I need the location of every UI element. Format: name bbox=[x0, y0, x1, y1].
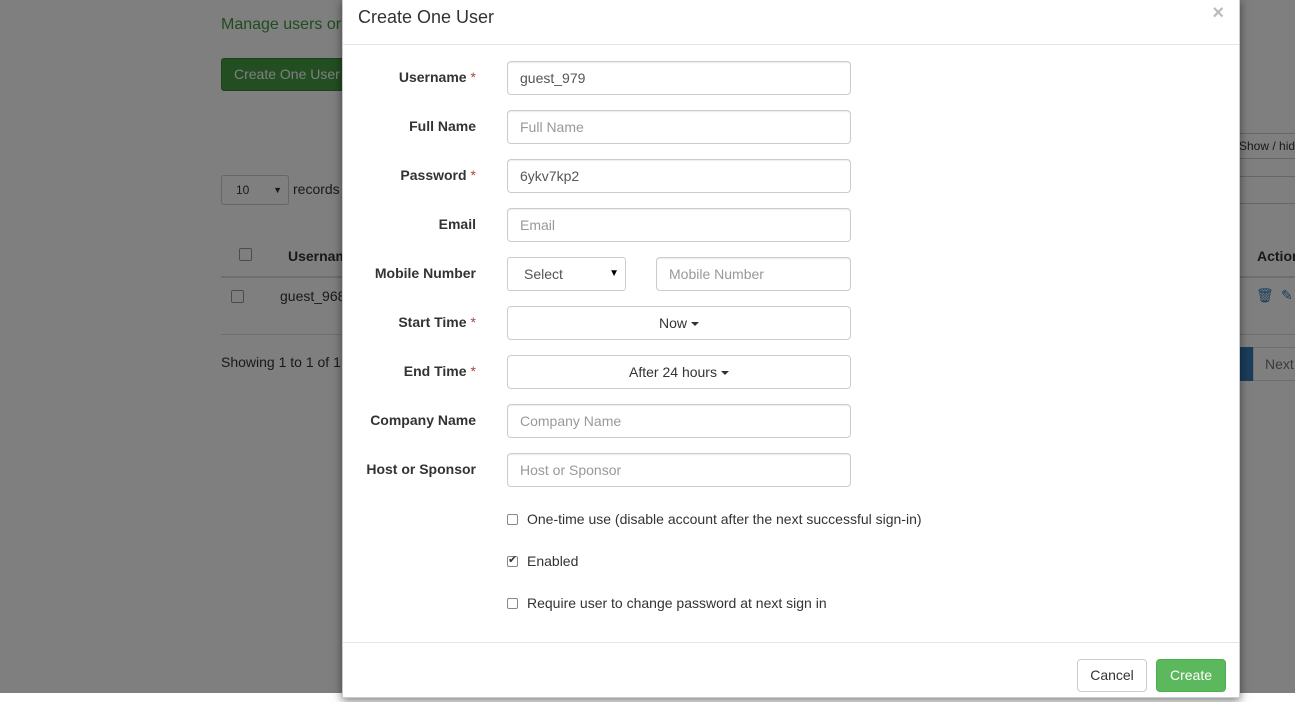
modal-header: Create One User × bbox=[343, 0, 1239, 45]
host-sponsor-label: Host or Sponsor bbox=[366, 461, 476, 477]
required-marker: * bbox=[470, 314, 476, 330]
one-time-use-label: One-time use (disable account after the … bbox=[527, 511, 922, 527]
enabled-label: Enabled bbox=[527, 553, 579, 569]
start-time-label: Start Time * bbox=[398, 314, 476, 330]
password-input[interactable] bbox=[507, 159, 851, 193]
create-user-modal: Create One User × Username* Full Name Pa… bbox=[342, 0, 1240, 698]
full-name-label: Full Name bbox=[409, 118, 476, 134]
one-time-use-checkbox[interactable] bbox=[507, 513, 518, 525]
required-marker: * bbox=[470, 363, 476, 379]
end-time-label: End Time * bbox=[404, 363, 476, 379]
required-marker: * bbox=[470, 69, 476, 85]
email-label: Email bbox=[438, 216, 476, 232]
end-time-value: After 24 hours bbox=[629, 364, 717, 380]
cancel-button[interactable]: Cancel bbox=[1077, 659, 1147, 692]
chevron-down-icon: ▼ bbox=[609, 268, 619, 279]
mobile-number-input[interactable] bbox=[656, 257, 851, 291]
company-name-label: Company Name bbox=[370, 412, 476, 428]
caret-down-icon bbox=[691, 322, 699, 327]
mobile-number-label: Mobile Number bbox=[374, 265, 476, 281]
close-icon[interactable]: × bbox=[1212, 2, 1224, 25]
password-label-text: Password bbox=[400, 167, 467, 183]
company-name-input[interactable] bbox=[507, 404, 851, 438]
enabled-checkbox[interactable] bbox=[507, 553, 518, 567]
country-code-select[interactable]: Select ▼ bbox=[507, 257, 626, 291]
end-time-label-text: End Time bbox=[403, 363, 467, 379]
change-password-checkbox[interactable] bbox=[507, 597, 518, 609]
one-time-use-option[interactable]: One-time use (disable account after the … bbox=[507, 509, 922, 529]
modal-title: Create One User bbox=[358, 7, 495, 27]
end-time-dropdown[interactable]: After 24 hours bbox=[507, 355, 851, 389]
start-time-value: Now bbox=[658, 315, 687, 331]
start-time-dropdown[interactable]: Now bbox=[507, 306, 851, 340]
country-code-select-value: Select bbox=[524, 266, 563, 282]
username-label-text: Username bbox=[398, 69, 467, 85]
password-label: Password * bbox=[400, 167, 476, 183]
required-marker: * bbox=[470, 167, 476, 183]
full-name-input[interactable] bbox=[507, 110, 851, 144]
username-label: Username * bbox=[399, 69, 476, 85]
change-password-option[interactable]: Require user to change password at next … bbox=[507, 593, 827, 613]
host-sponsor-input[interactable] bbox=[507, 453, 851, 487]
change-password-label: Require user to change password at next … bbox=[527, 595, 827, 611]
create-button[interactable]: Create bbox=[1156, 659, 1226, 692]
caret-down-icon bbox=[720, 371, 729, 376]
modal-footer: Cancel Create bbox=[343, 642, 1239, 702]
username-input[interactable] bbox=[507, 61, 851, 95]
email-input[interactable] bbox=[507, 208, 851, 242]
start-time-label-text: Start Time bbox=[398, 314, 467, 330]
enabled-option[interactable]: Enabled bbox=[507, 551, 578, 571]
